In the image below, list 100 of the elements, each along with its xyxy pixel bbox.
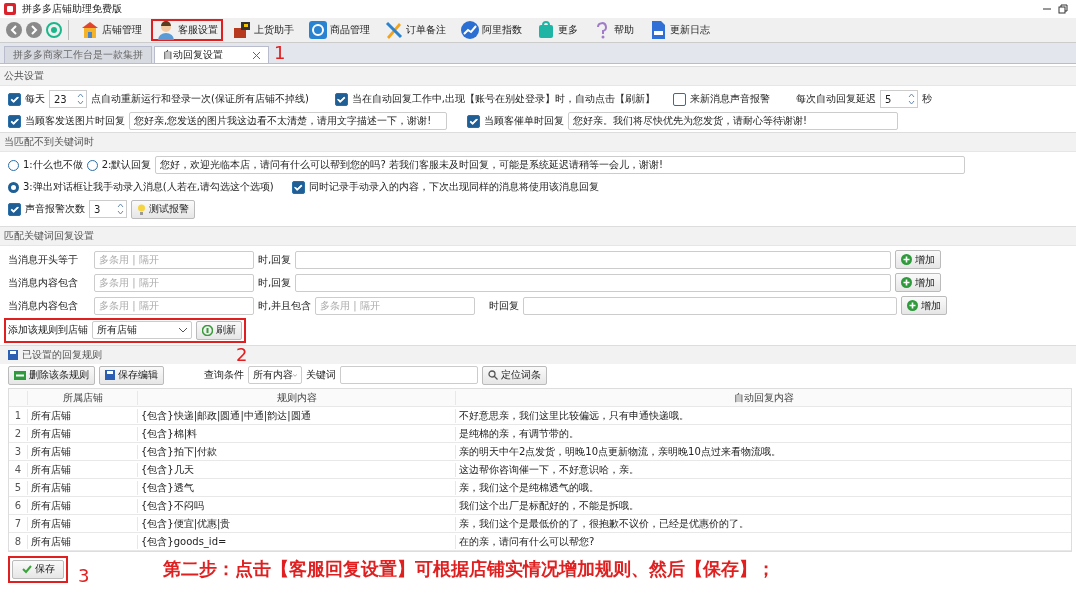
plus-icon: [901, 277, 913, 288]
field-label: 查询条件: [204, 368, 244, 382]
table-cell: 所有店铺: [27, 534, 137, 549]
checkbox[interactable]: [8, 114, 21, 128]
store-icon: [80, 20, 100, 40]
checkbox[interactable]: [8, 92, 21, 106]
table-cell: 亲，我们这个是最低价的了，很抱歉不议价，已经是优惠价的了。: [455, 516, 1071, 531]
checkbox[interactable]: [8, 202, 21, 216]
box-icon: [232, 20, 252, 40]
radio-label: 3:弹出对话框让我手动录入消息(人若在,请勾选这个选项): [23, 180, 274, 194]
filter-dropdown[interactable]: 所有内容: [248, 366, 302, 384]
toolbar-button[interactable]: 店铺管理: [75, 19, 147, 41]
table-cell: 所有店铺: [27, 426, 137, 441]
toolbar-button[interactable]: 商品管理: [303, 19, 375, 41]
toolbar-button[interactable]: 更多: [531, 19, 583, 41]
delete-rule-button[interactable]: 删除该条规则: [8, 365, 95, 385]
radio-label: 1:什么也不做: [23, 158, 83, 172]
reply-field[interactable]: 您好亲,您发送的图片我这边看不太清楚，请用文字描述一下，谢谢!: [129, 112, 447, 130]
tab[interactable]: 拼多多商家工作台是一款集拼: [4, 46, 152, 63]
checkbox[interactable]: [467, 114, 480, 128]
field-label: 添加该规则到店铺: [8, 323, 88, 337]
number-spinner[interactable]: 3: [89, 200, 127, 218]
checkbox[interactable]: [291, 180, 305, 194]
column-header[interactable]: 自动回复内容: [455, 390, 1071, 405]
checkbox-label: 当顾客催单时回复: [484, 114, 564, 128]
table-cell: 所有店铺: [27, 408, 137, 423]
save-icon: [8, 350, 18, 360]
app-logo-icon: [4, 3, 16, 15]
row-number: 8: [13, 536, 23, 547]
locate-button[interactable]: 定位词条: [482, 365, 547, 385]
reply-field[interactable]: [523, 296, 898, 315]
table-cell: 亲的明天中午2点发货，明晚10点更新物流，亲明晚10点过来看物流哦。: [455, 444, 1071, 459]
radio-button[interactable]: [86, 159, 98, 171]
pencil-icon: [384, 20, 404, 40]
section-header: 当匹配不到关键词时: [0, 132, 1076, 152]
save-edit-button[interactable]: 保存编辑: [99, 365, 164, 385]
add-button[interactable]: 增加: [901, 296, 948, 315]
keyword-field[interactable]: [340, 366, 478, 384]
toolbar-button[interactable]: 客服设置: [151, 19, 223, 41]
checkbox[interactable]: [673, 92, 686, 106]
forward-icon[interactable]: [26, 22, 42, 38]
default-reply-field[interactable]: 您好，欢迎光临本店，请问有什么可以帮到您的吗? 若我们客服未及时回复，可能是系统延迟请稍等一会儿，谢谢!: [155, 156, 966, 174]
column-header[interactable]: 规则内容: [137, 390, 455, 405]
checkbox-label: 当在自动回复工作中,出现【账号在别处登录】时，自动点击【刷新】: [351, 92, 655, 106]
radio-button[interactable]: [8, 159, 19, 171]
lightbulb-icon: [137, 203, 146, 215]
test-alarm-button[interactable]: 测试报警: [131, 199, 195, 219]
toolbar-button[interactable]: 帮助: [587, 19, 639, 41]
row-number: 4: [13, 464, 23, 475]
radio-label: 2:默认回复: [101, 158, 152, 172]
bag-icon: [536, 20, 556, 40]
checkbox-label: 当顾客发送图片时回复: [25, 114, 125, 128]
reply-field[interactable]: 您好亲。我们将尽快优先为您发货，请耐心等待谢谢!: [568, 112, 898, 130]
add-button[interactable]: 增加: [895, 273, 942, 292]
step-number: 1: [274, 42, 286, 63]
column-header[interactable]: 所属店铺: [27, 390, 137, 405]
field-label: 点自动重新运行和登录一次(保证所有店铺不掉线): [91, 92, 309, 106]
chevron-down-icon: [179, 327, 187, 333]
row-number: 3: [13, 446, 23, 457]
table-cell: 是纯棉的亲，有调节带的。: [455, 426, 1071, 441]
table-cell: 所有店铺: [27, 444, 137, 459]
reply-field[interactable]: [295, 250, 892, 269]
table-cell: {包含}便宜|优惠|贵: [137, 516, 455, 531]
toolbar-button[interactable]: 订单备注: [379, 19, 451, 41]
person-icon: [156, 20, 176, 40]
step-number: 3: [78, 565, 90, 586]
refresh-button[interactable]: 刷新: [196, 320, 242, 340]
row-number: 7: [13, 518, 23, 529]
table-cell: {包含}棉|料: [137, 426, 455, 441]
radio-button[interactable]: [8, 181, 19, 193]
tab[interactable]: 自动回复设置: [154, 46, 269, 63]
shop-dropdown[interactable]: 所有店铺: [92, 321, 192, 339]
checkmark-icon: [21, 564, 32, 574]
search-icon: [488, 370, 498, 380]
table-cell: 所有店铺: [27, 516, 137, 531]
checkbox-label: 来新消息声音报警: [690, 92, 770, 106]
save-button[interactable]: 保存: [12, 559, 64, 579]
number-spinner[interactable]: 5: [880, 90, 918, 108]
field-label: 关键词: [306, 368, 336, 382]
field-label: 时,并且包含: [258, 298, 312, 313]
number-spinner[interactable]: 23: [49, 90, 87, 108]
table-cell: 在的亲，请问有什么可以帮您?: [455, 534, 1071, 549]
toolbar-button[interactable]: 阿里指数: [455, 19, 527, 41]
row-number: 2: [13, 428, 23, 439]
table-cell: 所有店铺: [27, 498, 137, 513]
row-number: 6: [13, 500, 23, 511]
toolbar-button[interactable]: 更新日志: [643, 19, 715, 41]
field-label: 时回复: [489, 298, 520, 313]
table-cell: {包含}不闷吗: [137, 498, 455, 513]
checkbox[interactable]: [334, 92, 348, 106]
close-icon[interactable]: [253, 51, 260, 59]
section-header: 已设置的回复规则: [22, 348, 102, 362]
field-label: 时,回复: [258, 275, 292, 290]
back-icon[interactable]: [6, 22, 22, 38]
add-button[interactable]: 增加: [895, 250, 942, 269]
restore-icon[interactable]: [1058, 4, 1068, 14]
table-cell: {包含}几天: [137, 462, 455, 477]
table-cell: 亲，我们这个是纯棉透气的哦。: [455, 480, 1071, 495]
reply-field[interactable]: [295, 273, 892, 292]
toolbar-button[interactable]: 上货助手: [227, 19, 299, 41]
